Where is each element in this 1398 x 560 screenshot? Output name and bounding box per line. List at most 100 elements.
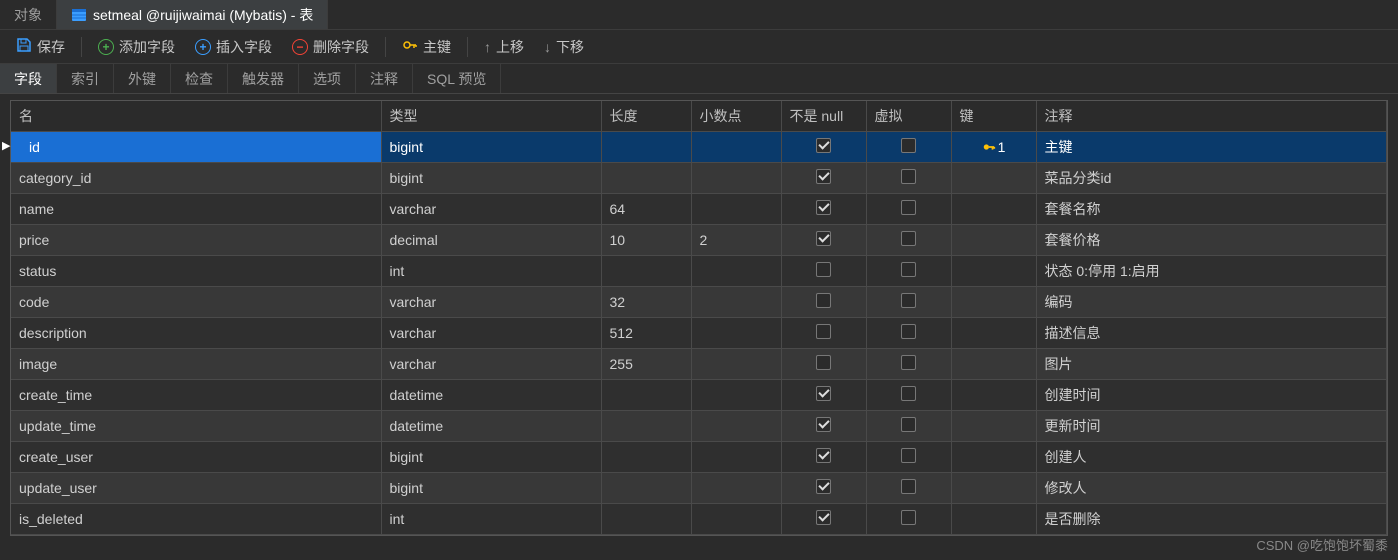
cell-decimals[interactable] — [691, 132, 781, 163]
table-row[interactable]: is_deletedint是否删除 — [11, 504, 1387, 535]
table-row[interactable]: ▶idbigint1主键 — [11, 132, 1387, 163]
cell-virtual[interactable] — [866, 349, 951, 380]
cell-type[interactable]: int — [381, 256, 601, 287]
cell-decimals[interactable] — [691, 318, 781, 349]
cell-virtual[interactable] — [866, 287, 951, 318]
checkbox-virtual[interactable] — [901, 510, 916, 525]
cell-notnull[interactable] — [781, 132, 866, 163]
cell-name[interactable]: create_time — [11, 380, 381, 411]
checkbox-virtual[interactable] — [901, 169, 916, 184]
cell-key[interactable] — [951, 349, 1036, 380]
cell-virtual[interactable] — [866, 442, 951, 473]
cell-type[interactable]: datetime — [381, 380, 601, 411]
cell-comment[interactable]: 描述信息 — [1036, 318, 1387, 349]
cell-length[interactable] — [601, 256, 691, 287]
cell-decimals[interactable] — [691, 504, 781, 535]
cell-key[interactable] — [951, 380, 1036, 411]
col-header-decimals[interactable]: 小数点 — [691, 101, 781, 132]
cell-comment[interactable]: 菜品分类id — [1036, 163, 1387, 194]
cell-type[interactable]: bigint — [381, 163, 601, 194]
checkbox-virtual[interactable] — [901, 262, 916, 277]
add-field-button[interactable]: + 添加字段 — [90, 33, 183, 61]
table-row[interactable]: create_userbigint 创建人 — [11, 442, 1387, 473]
table-row[interactable]: category_idbigint 菜品分类id — [11, 163, 1387, 194]
checkbox-notnull[interactable] — [816, 417, 831, 432]
cell-name[interactable]: create_user — [11, 442, 381, 473]
cell-type[interactable]: bigint — [381, 473, 601, 504]
table-row[interactable]: imagevarchar255图片 — [11, 349, 1387, 380]
col-header-type[interactable]: 类型 — [381, 101, 601, 132]
checkbox-notnull[interactable] — [816, 324, 831, 339]
cell-comment[interactable]: 图片 — [1036, 349, 1387, 380]
col-header-virtual[interactable]: 虚拟 — [866, 101, 951, 132]
cell-notnull[interactable] — [781, 442, 866, 473]
cell-virtual[interactable] — [866, 411, 951, 442]
table-row[interactable]: namevarchar64套餐名称 — [11, 194, 1387, 225]
cell-notnull[interactable] — [781, 287, 866, 318]
cell-length[interactable] — [601, 473, 691, 504]
cell-notnull[interactable] — [781, 349, 866, 380]
cell-decimals[interactable] — [691, 411, 781, 442]
subtab-indexes[interactable]: 索引 — [57, 64, 114, 93]
cell-length[interactable] — [601, 380, 691, 411]
checkbox-virtual[interactable] — [901, 138, 916, 153]
cell-comment[interactable]: 主键 — [1036, 132, 1387, 163]
cell-notnull[interactable] — [781, 256, 866, 287]
cell-virtual[interactable] — [866, 225, 951, 256]
cell-length[interactable]: 512 — [601, 318, 691, 349]
cell-name[interactable]: update_time — [11, 411, 381, 442]
checkbox-notnull[interactable] — [816, 200, 831, 215]
checkbox-virtual[interactable] — [901, 386, 916, 401]
table-row[interactable]: create_timedatetime 创建时间 — [11, 380, 1387, 411]
cell-type[interactable]: varchar — [381, 318, 601, 349]
cell-length[interactable]: 64 — [601, 194, 691, 225]
cell-notnull[interactable] — [781, 411, 866, 442]
cell-decimals[interactable] — [691, 442, 781, 473]
cell-virtual[interactable] — [866, 194, 951, 225]
cell-type[interactable]: varchar — [381, 194, 601, 225]
cell-notnull[interactable] — [781, 163, 866, 194]
cell-virtual[interactable] — [866, 163, 951, 194]
checkbox-notnull[interactable] — [816, 231, 831, 246]
move-down-button[interactable]: ↓ 下移 — [536, 33, 592, 61]
checkbox-notnull[interactable] — [816, 138, 831, 153]
cell-key[interactable] — [951, 411, 1036, 442]
cell-name[interactable]: code — [11, 287, 381, 318]
checkbox-notnull[interactable] — [816, 448, 831, 463]
subtab-foreign-keys[interactable]: 外键 — [114, 64, 171, 93]
checkbox-virtual[interactable] — [901, 231, 916, 246]
cell-comment[interactable]: 套餐名称 — [1036, 194, 1387, 225]
cell-name[interactable]: image — [11, 349, 381, 380]
cell-length[interactable]: 255 — [601, 349, 691, 380]
checkbox-virtual[interactable] — [901, 448, 916, 463]
checkbox-notnull[interactable] — [816, 355, 831, 370]
cell-type[interactable]: bigint — [381, 442, 601, 473]
delete-field-button[interactable]: − 删除字段 — [284, 33, 377, 61]
tab-objects[interactable]: 对象 — [0, 0, 57, 29]
checkbox-notnull[interactable] — [816, 386, 831, 401]
move-up-button[interactable]: ↑ 上移 — [476, 33, 532, 61]
cell-notnull[interactable] — [781, 473, 866, 504]
cell-decimals[interactable] — [691, 380, 781, 411]
table-row[interactable]: statusint状态 0:停用 1:启用 — [11, 256, 1387, 287]
subtab-sql-preview[interactable]: SQL 预览 — [413, 64, 501, 93]
table-row[interactable]: update_userbigint修改人 — [11, 473, 1387, 504]
cell-comment[interactable]: 创建人 — [1036, 442, 1387, 473]
cell-comment[interactable]: 创建时间 — [1036, 380, 1387, 411]
cell-virtual[interactable] — [866, 473, 951, 504]
cell-length[interactable]: 10 — [601, 225, 691, 256]
cell-key[interactable] — [951, 473, 1036, 504]
checkbox-virtual[interactable] — [901, 293, 916, 308]
cell-decimals[interactable] — [691, 194, 781, 225]
cell-length[interactable] — [601, 504, 691, 535]
cell-name[interactable]: category_id — [11, 163, 381, 194]
subtab-triggers[interactable]: 触发器 — [228, 64, 299, 93]
cell-length[interactable] — [601, 442, 691, 473]
cell-key[interactable] — [951, 256, 1036, 287]
table-row[interactable]: update_timedatetime更新时间 — [11, 411, 1387, 442]
checkbox-virtual[interactable] — [901, 479, 916, 494]
cell-type[interactable]: varchar — [381, 287, 601, 318]
cell-virtual[interactable] — [866, 256, 951, 287]
cell-virtual[interactable] — [866, 132, 951, 163]
cell-type[interactable]: int — [381, 504, 601, 535]
